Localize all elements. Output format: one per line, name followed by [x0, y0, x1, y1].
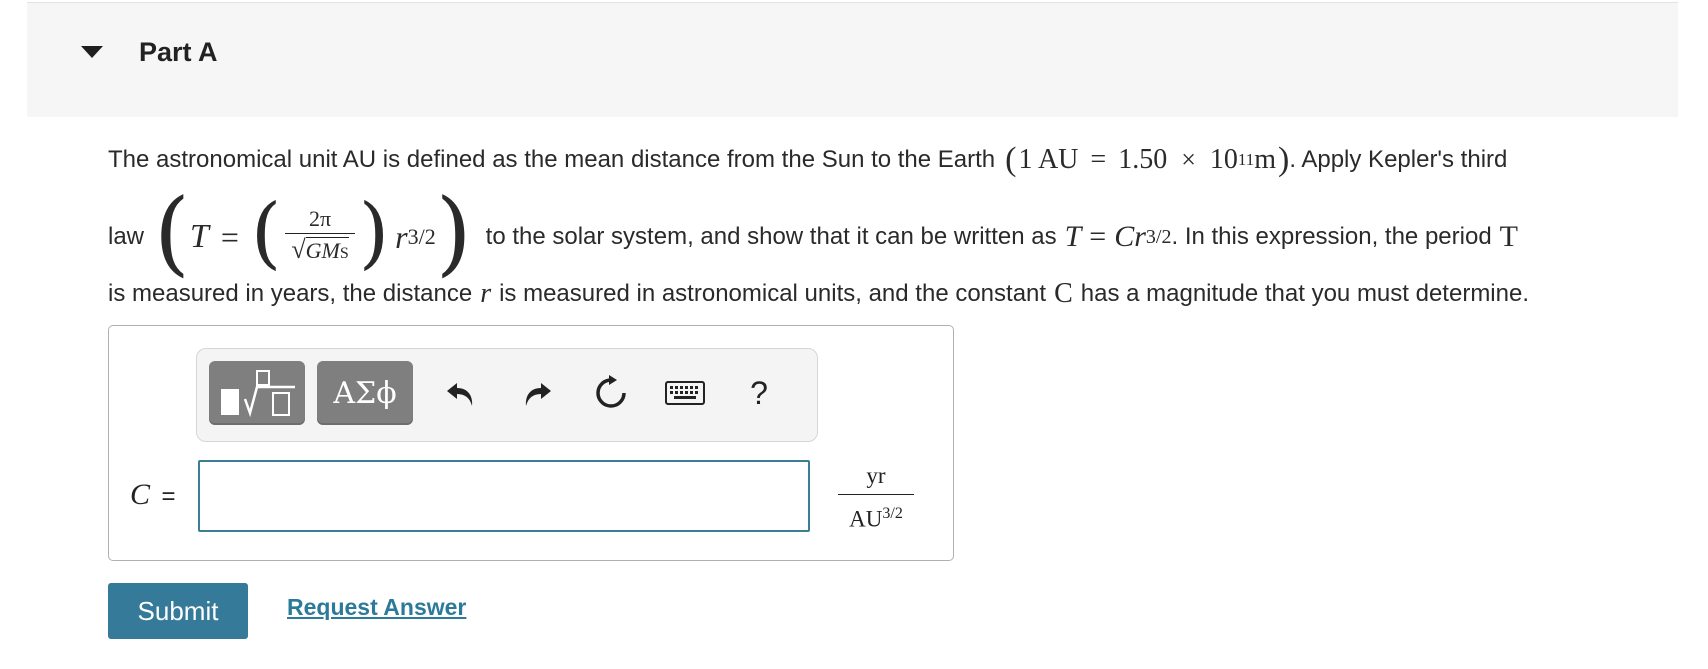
templates-button[interactable] [209, 361, 305, 425]
problem-text: law [108, 223, 145, 250]
unit-fraction-bar [838, 494, 914, 495]
unit-numerator: yr [866, 463, 886, 488]
keyboard-icon[interactable] [663, 371, 707, 415]
request-answer-link[interactable]: Request Answer [287, 594, 466, 621]
au-unit: m [1254, 144, 1277, 175]
au-lhs: 1 AU [1018, 144, 1079, 175]
help-button[interactable]: ? [737, 371, 781, 415]
formula-equals: = [1089, 220, 1107, 253]
big-paren-open: ( [154, 179, 190, 286]
unit-exponent: 3/2 [882, 505, 903, 522]
collapse-caret-icon[interactable] [81, 46, 103, 58]
answer-units: yr AU3/2 [838, 462, 914, 535]
problem-text: to the solar system, and show that it ca… [485, 223, 1057, 250]
formula-C: C [1114, 220, 1135, 253]
big-paren-close: ) [435, 179, 472, 286]
paren-open: ( [250, 188, 282, 278]
constant-C: C [1054, 278, 1073, 309]
part-title: Part A [139, 37, 218, 67]
problem-text: is measured in years, the distance [108, 280, 473, 307]
submit-button[interactable]: Submit [108, 583, 248, 639]
equals-sign: = [161, 483, 176, 510]
times-sign: × [1181, 145, 1196, 174]
kepler-equals: = [220, 218, 239, 255]
formula-exponent: 3/2 [1145, 225, 1172, 248]
kepler-fraction: 2π √GMS [285, 205, 355, 268]
kepler-gm: GM [305, 237, 340, 263]
problem-text: . In this expression, the period [1171, 223, 1492, 250]
problem-text: . Apply Kepler's third [1289, 146, 1508, 173]
undo-icon[interactable] [439, 371, 483, 415]
redo-icon[interactable] [515, 371, 559, 415]
problem-text: has a magnitude that you must determine. [1080, 280, 1530, 307]
answer-input[interactable] [198, 460, 810, 532]
part-header[interactable]: Part A [27, 2, 1678, 117]
kepler-exponent: 3/2 [407, 224, 436, 249]
paren-close: ) [1278, 141, 1290, 178]
unit-au: AU [849, 506, 883, 532]
problem-text: The astronomical unit AU is defined as t… [108, 146, 996, 173]
variable-C: C [130, 478, 151, 511]
fraction-bar [285, 232, 355, 234]
answer-variable-label: C = [130, 478, 176, 512]
problem-line-1: The astronomical unit AU is defined as t… [108, 140, 1678, 180]
au-value: 1.50 [1118, 144, 1168, 175]
kepler-den-gm: GMS [305, 236, 349, 263]
period-T: T [1499, 220, 1518, 253]
au-exponent: 11 [1237, 150, 1255, 169]
formula-T: T [1064, 220, 1082, 253]
distance-r: r [480, 278, 492, 309]
problem-text: is measured in astronomical units, and t… [499, 280, 1047, 307]
formula-r: r [1134, 220, 1146, 253]
problem-line-3: is measured in years, the distance r is … [108, 276, 1678, 312]
kepler-denominator: √GMS [285, 234, 354, 268]
kepler-T: T [189, 218, 209, 255]
unit-denominator: AU3/2 [849, 499, 903, 535]
sqrt-sign: √ [291, 234, 306, 264]
symbols-button[interactable]: ΑΣϕ [317, 361, 413, 425]
kepler-r: r [395, 218, 408, 255]
paren-open: ( [1005, 141, 1017, 178]
kepler-numerator: 2π [308, 205, 332, 231]
templates-icon [221, 370, 295, 417]
au-equals: = [1090, 144, 1107, 175]
problem-line-2: law ( T = ( 2π √GMS ) r 3/2 ) to the sol… [108, 187, 1678, 279]
au-base: 10 [1209, 144, 1238, 175]
reset-icon[interactable] [589, 371, 633, 415]
math-toolbar: ΑΣϕ ? [196, 348, 818, 442]
paren-close: ) [358, 188, 390, 278]
kepler-sub-s: S [339, 244, 349, 262]
